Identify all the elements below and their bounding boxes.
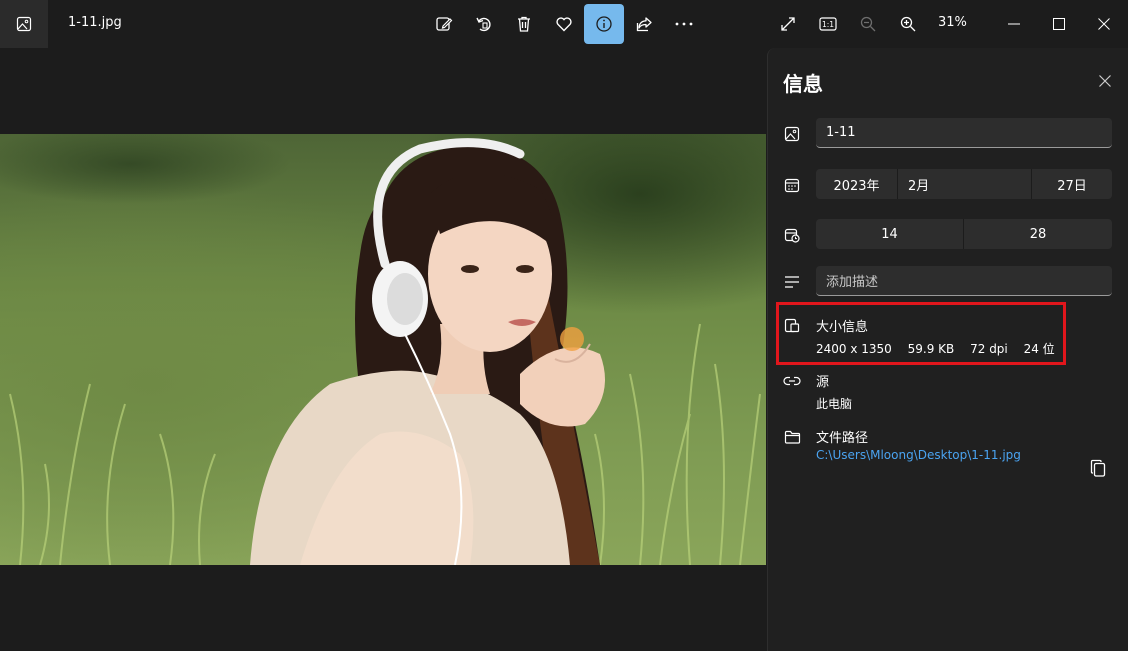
clock-calendar-icon (783, 226, 801, 244)
calendar-icon (783, 176, 801, 194)
share-icon[interactable] (624, 4, 664, 44)
folder-icon (783, 428, 801, 446)
date-year[interactable]: 2023年 (816, 169, 898, 199)
close-panel-icon[interactable] (1094, 70, 1116, 92)
zoom-level[interactable]: 31% (938, 15, 967, 30)
source-value: 此电脑 (816, 397, 853, 411)
date-day[interactable]: 27日 (1032, 169, 1112, 199)
zoom-in-icon[interactable] (888, 4, 928, 44)
info-icon[interactable] (584, 4, 624, 44)
date-picker[interactable]: 2023年 2月 27日 (816, 169, 1112, 199)
favorite-icon[interactable] (544, 4, 584, 44)
time-minute[interactable]: 28 (964, 219, 1112, 249)
image-viewer[interactable] (0, 48, 766, 651)
copy-icon[interactable] (1088, 458, 1108, 478)
highlight-box (776, 302, 1066, 365)
photos-app-icon[interactable] (0, 0, 48, 48)
description-placeholder: 添加描述 (826, 275, 879, 290)
file-name-field[interactable]: 1-11 (816, 118, 1112, 148)
rotate-icon[interactable] (464, 4, 504, 44)
date-month[interactable]: 2月 (898, 169, 1032, 199)
minimize-icon[interactable] (994, 4, 1034, 44)
file-name-value: 1-11 (826, 125, 856, 140)
panel-title: 信息 (783, 72, 823, 96)
file-path-link[interactable]: C:\Users\Mloong\Desktop\1-11.jpg (816, 448, 1021, 462)
description-icon (783, 273, 801, 291)
fullscreen-icon[interactable] (768, 4, 808, 44)
time-picker[interactable]: 14 28 (816, 219, 1112, 249)
edit-icon[interactable] (424, 4, 464, 44)
file-path-heading: 文件路径 (816, 431, 869, 446)
close-icon[interactable] (1084, 4, 1124, 44)
delete-icon[interactable] (504, 4, 544, 44)
maximize-icon[interactable] (1039, 4, 1079, 44)
image-icon (783, 125, 801, 143)
file-name: 1-11.jpg (68, 15, 122, 30)
link-icon (783, 372, 801, 390)
photo-portrait[interactable] (0, 134, 766, 565)
zoom-out-icon[interactable] (848, 4, 888, 44)
actual-size-icon[interactable]: 1:1 (808, 4, 848, 44)
description-input[interactable]: 添加描述 (816, 266, 1112, 296)
more-icon[interactable] (664, 4, 704, 44)
source-heading: 源 (816, 375, 830, 390)
svg-text:1:1: 1:1 (822, 20, 834, 29)
time-hour[interactable]: 14 (816, 219, 964, 249)
title-bar: 1-11.jpg 1:1 31% (0, 0, 1128, 48)
